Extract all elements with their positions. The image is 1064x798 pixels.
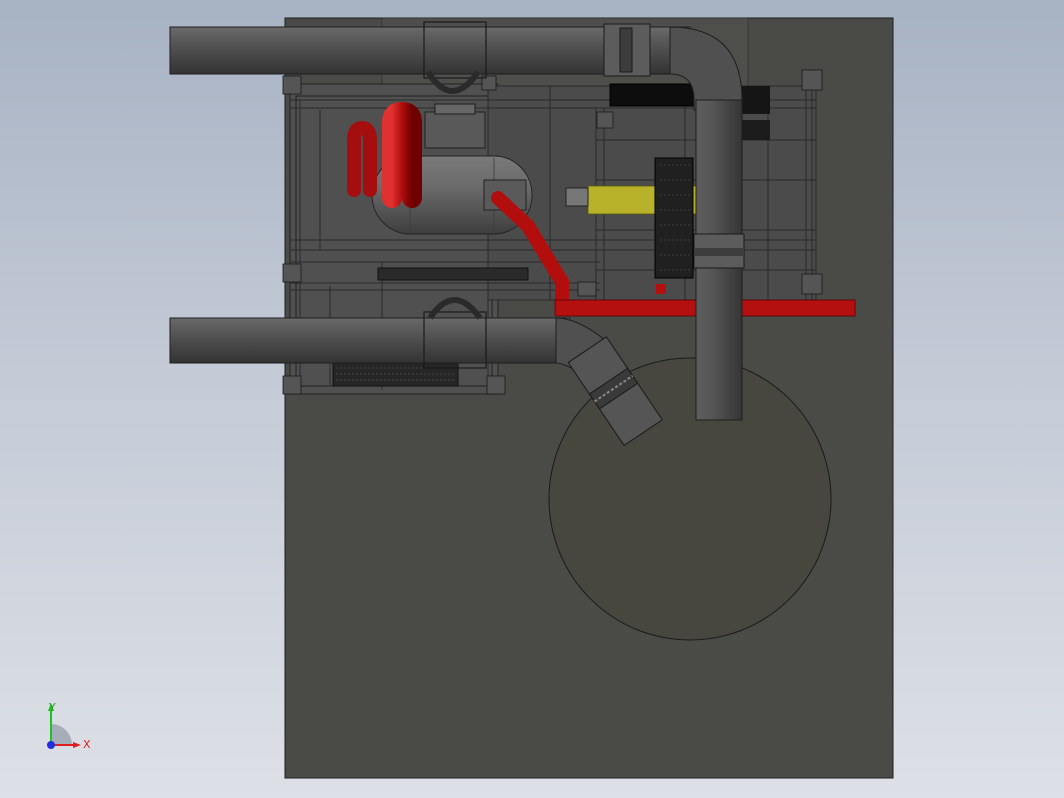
riser-pipe-coupling-band	[694, 248, 744, 256]
pump-motor-cap	[434, 103, 476, 115]
pump-motor-top[interactable]	[424, 111, 486, 149]
graphics-viewport[interactable]: Y X	[0, 0, 1064, 798]
top-pipe-collar-band	[619, 27, 633, 73]
yellow-shaft-coupling	[565, 187, 589, 207]
triad-origin-arc	[51, 724, 72, 745]
red-pipe-tall[interactable]	[382, 101, 422, 208]
triad-y-label: Y	[48, 701, 56, 714]
triad-x-label: X	[83, 738, 91, 751]
cabinet-strip	[740, 86, 770, 114]
vent-grille-bottom[interactable]	[332, 361, 459, 387]
cabinet-strip-lower	[740, 120, 770, 140]
triad-z-axis-dot	[47, 741, 55, 749]
triad-x-arrow	[73, 742, 81, 748]
cad-model-scene[interactable]	[0, 0, 1064, 798]
perforated-panel[interactable]	[654, 157, 694, 279]
red-pipe-stub	[656, 284, 666, 294]
tank-footprint-circle[interactable]	[548, 357, 832, 641]
coordinate-triad: Y X	[47, 701, 91, 751]
bottom-horizontal-pipe[interactable]	[169, 317, 571, 364]
vent-grille-middle	[377, 267, 529, 281]
